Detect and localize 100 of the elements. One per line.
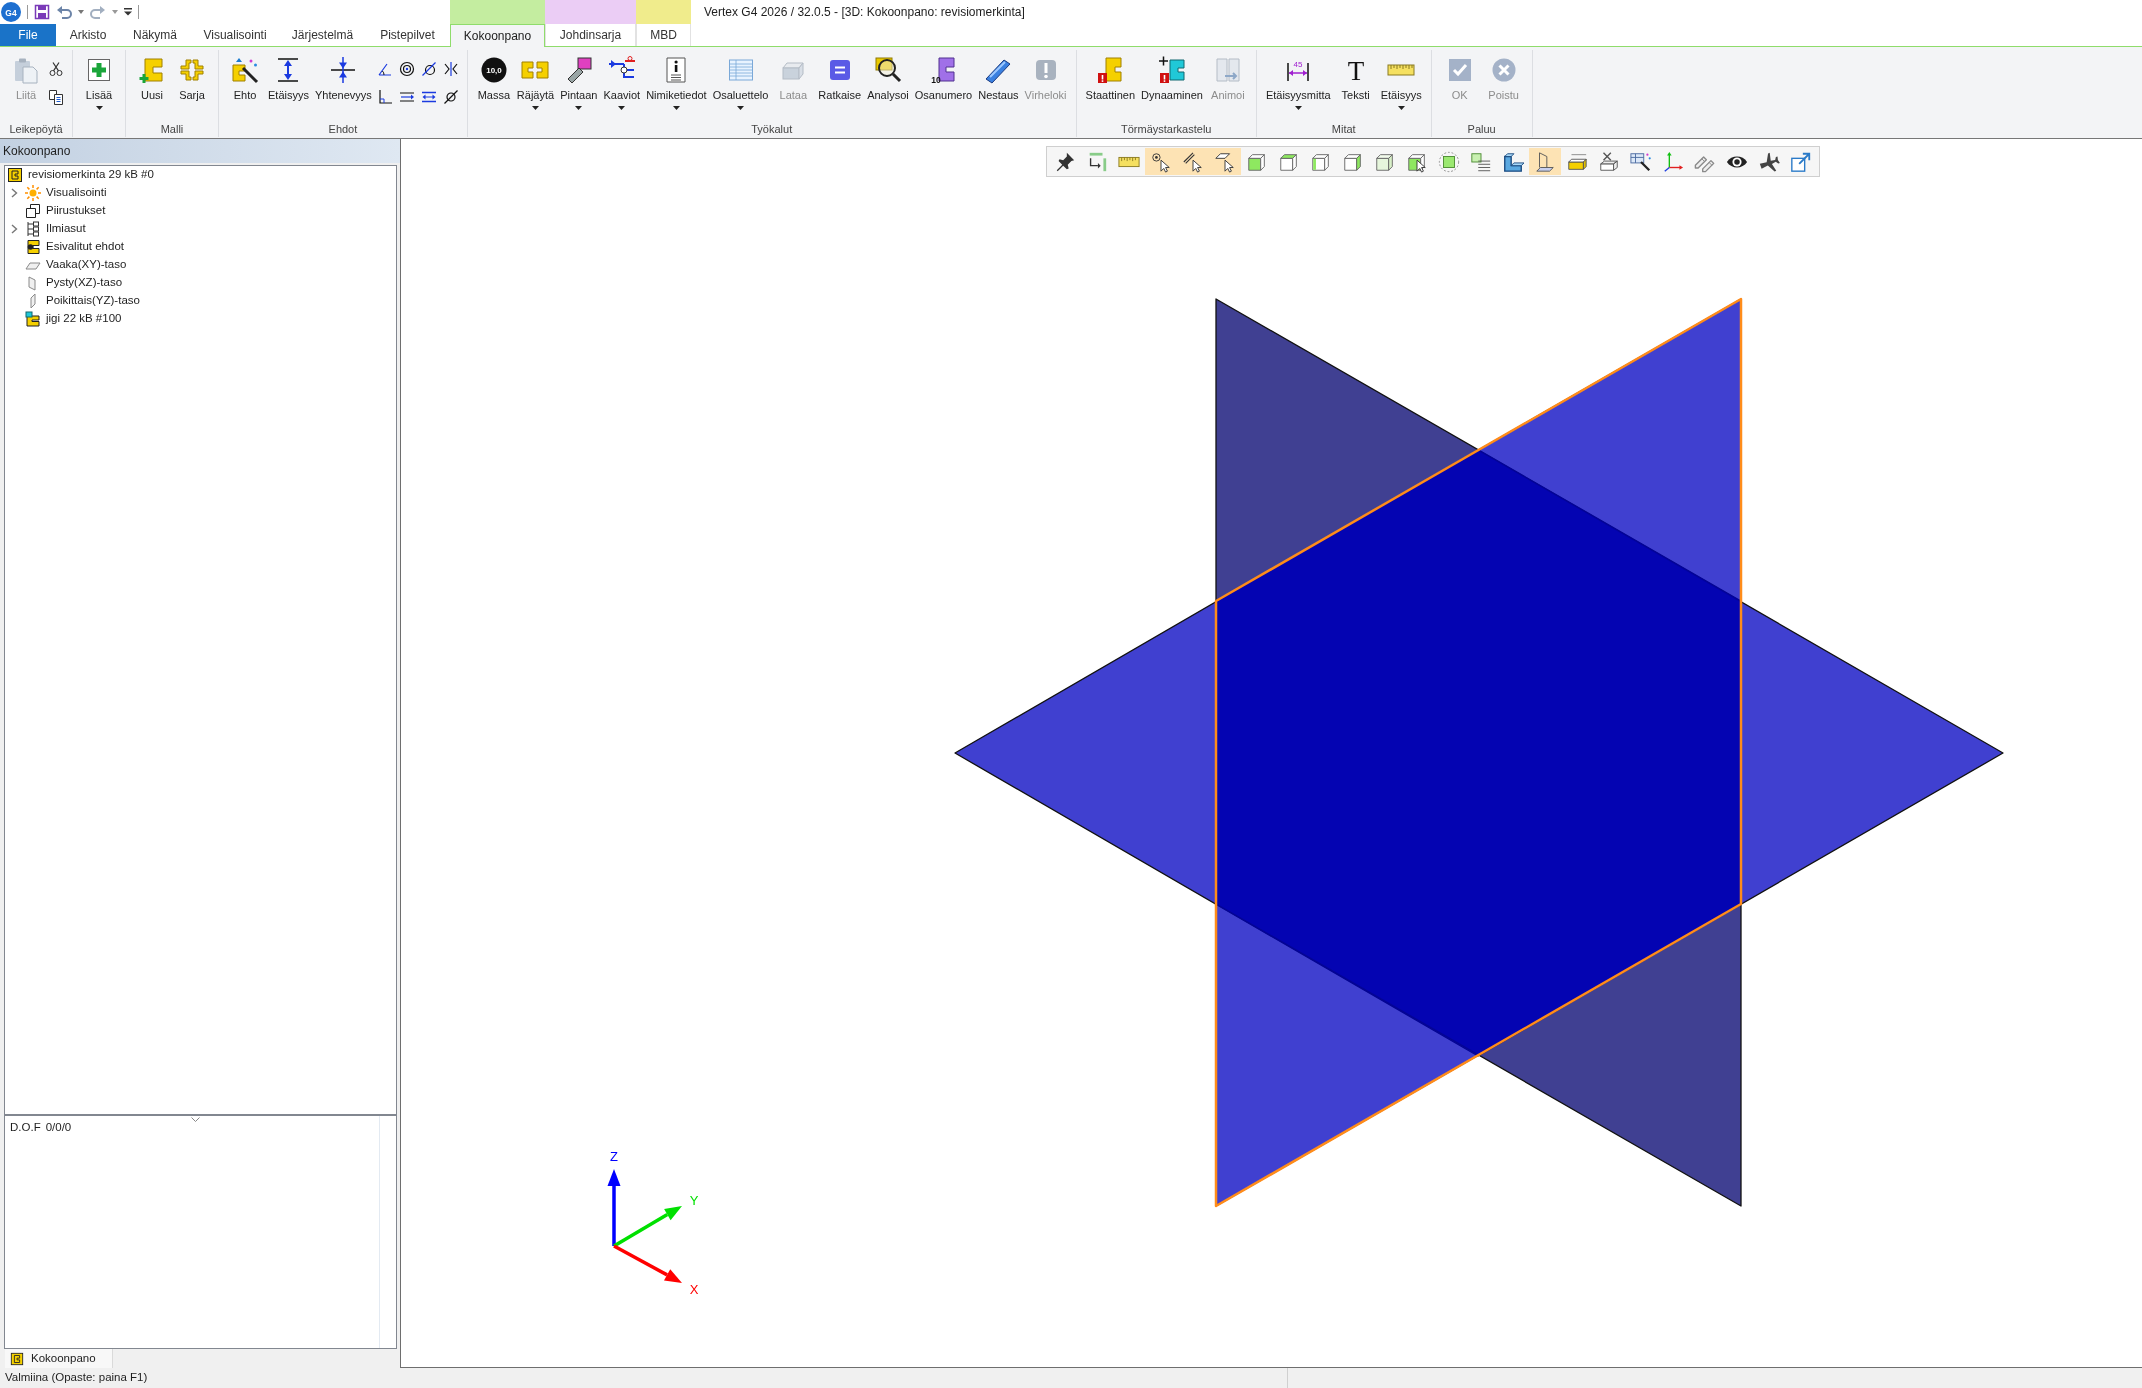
angle-icon[interactable] <box>376 61 393 77</box>
part-icon <box>25 311 41 327</box>
tree-item[interactable]: Piirustukset <box>8 202 106 220</box>
ribbon-group-label: Mitat <box>1331 122 1356 137</box>
table-icon <box>726 56 755 84</box>
ribbon-tab[interactable]: Järjestelmä <box>280 24 365 46</box>
face-cursor-icon <box>1214 150 1236 173</box>
text-icon: T <box>1341 56 1370 84</box>
parts-list-button[interactable]: Osaluettelo <box>709 54 772 110</box>
text-button[interactable]: T Teksti <box>1333 54 1378 102</box>
set-button[interactable]: Sarja <box>172 54 212 102</box>
tree-item[interactable]: Visualisointi <box>8 184 107 202</box>
ribbon-tab[interactable]: Näkymä <box>120 24 190 46</box>
parallel-icon[interactable] <box>398 89 415 105</box>
chevron-icon[interactable] <box>10 224 18 234</box>
distance-button[interactable]: Etäisyys <box>265 54 312 102</box>
symmetry-icon[interactable] <box>442 61 459 77</box>
toolbar-button[interactable] <box>1145 148 1177 175</box>
explode-button[interactable]: Räjäytä <box>513 54 558 110</box>
static-collision-button[interactable]: Staattinen <box>1082 54 1139 102</box>
bracket-arrow-icon <box>1213 56 1242 84</box>
mass-button[interactable]: 10,0 Massa <box>473 54 514 102</box>
tree-item[interactable]: Vaaka(XY)-taso <box>8 256 127 274</box>
circle-slash-icon[interactable] <box>442 89 459 105</box>
chevron-down-icon[interactable] <box>191 1117 200 1122</box>
concentric-icon[interactable] <box>398 61 415 77</box>
perpendicular-icon[interactable] <box>376 89 393 105</box>
tree-item[interactable]: Ilmiasut <box>8 220 86 238</box>
ribbon-group-label: Malli <box>160 122 184 137</box>
ribbon-group-label: Leikepöytä <box>9 122 63 137</box>
sun-icon <box>25 185 41 201</box>
axes-icon <box>1662 150 1684 173</box>
bracket-plus-icon <box>138 56 166 84</box>
hierarchy-icon <box>25 221 41 237</box>
axis-label: Z <box>610 1149 618 1164</box>
ribbon-tab[interactable]: Pistepilvet <box>365 24 450 46</box>
chevron-icon[interactable] <box>10 188 18 198</box>
dashed-cube-icon <box>1438 150 1460 173</box>
caret-icon[interactable] <box>112 10 118 14</box>
cube-cross-icon <box>1598 150 1620 173</box>
coincident-icon <box>329 56 358 84</box>
dimension-button[interactable]: 45 Etäisyysmitta <box>1262 54 1334 110</box>
schematic-button[interactable]: Kaaviot <box>600 54 644 110</box>
customize-icon[interactable] <box>124 8 132 16</box>
axis-label: X <box>689 1282 699 1297</box>
edge-cursor-icon <box>1182 150 1204 173</box>
scissors-icon[interactable] <box>48 61 64 77</box>
ribbon-group-label: Työkalut <box>751 122 793 137</box>
window-title: Vertex G4 2026 / 32.0.5 - [3D: Kokoonpano: revisiomerkinta] <box>703 4 1025 21</box>
save-icon[interactable] <box>34 4 50 20</box>
constraint-button[interactable]: Ehto <box>225 54 265 102</box>
file-tab[interactable]: File <box>0 24 56 46</box>
table-wand-icon <box>1630 150 1652 173</box>
solve-button[interactable]: Ratkaise <box>815 54 865 102</box>
ribbon-group-label: Törmäystarkastelu <box>1120 122 1212 137</box>
tree-item[interactable]: Poikittais(YZ)-taso <box>8 292 140 310</box>
analyze-button[interactable]: Analysoi <box>864 54 912 102</box>
clipboard-icon <box>12 56 40 84</box>
axis-label: Y <box>689 1193 699 1208</box>
airplane-icon <box>1758 150 1780 173</box>
magnifier-icon <box>873 56 902 84</box>
window-arrow-icon <box>1790 150 1812 173</box>
ribbon-tab[interactable]: Kokoonpano <box>450 24 545 47</box>
app-logo[interactable]: G4 <box>1 2 21 22</box>
assembly-icon <box>10 1351 24 1366</box>
new-button[interactable]: Uusi <box>132 54 172 102</box>
dof-value: 0/0/0 <box>45 1121 72 1134</box>
offset-icon[interactable] <box>420 89 437 105</box>
ribbon-group-label: Ehdot <box>328 122 358 137</box>
tree-item[interactable]: revisiomerkinta 29 kB #0 <box>7 166 154 184</box>
add-button[interactable]: Lisää <box>79 54 119 110</box>
ribbon-group-label: Paluu <box>1467 122 1496 137</box>
assembly-icon <box>7 167 23 183</box>
tree-item[interactable]: jigi 22 kB #100 <box>8 310 122 328</box>
surface-button[interactable]: Pintaan <box>557 54 601 110</box>
tangent-icon[interactable] <box>420 61 437 77</box>
copy-icon[interactable] <box>48 89 64 105</box>
part-number-button[interactable]: 10 Osanumero <box>911 54 976 102</box>
cube-list-icon <box>1470 150 1492 173</box>
measure-button[interactable]: Etäisyys <box>1377 54 1425 110</box>
dynamic-collision-button[interactable]: Dynaaminen <box>1138 54 1206 102</box>
properties-button[interactable]: Nimiketiedot <box>643 54 710 110</box>
panel-tab[interactable]: Kokoonpano <box>5 1349 113 1368</box>
dof-label: D.O.F <box>10 1121 41 1134</box>
bracket-icon <box>25 239 41 255</box>
pin-icon <box>1054 150 1076 173</box>
undo-icon[interactable] <box>56 4 72 20</box>
toolbar-button[interactable] <box>1209 148 1241 175</box>
tree-item[interactable]: Pysty(XZ)-taso <box>8 274 123 292</box>
bracket-set-icon <box>178 56 206 84</box>
caret-icon[interactable] <box>78 10 84 14</box>
tree-item[interactable]: Esivalitut ehdot <box>8 238 124 256</box>
nesting-button[interactable]: Nestaus <box>975 54 1022 102</box>
mass-icon: 10,0 <box>479 56 508 84</box>
ribbon-tab[interactable]: Arkisto <box>56 24 120 46</box>
ribbon-tab[interactable]: Visualisointi <box>190 24 280 46</box>
point-cursor-icon <box>1150 150 1172 173</box>
coincidence-button[interactable]: Yhtenevyys <box>311 54 375 102</box>
plus-icon <box>85 56 113 84</box>
wand-icon <box>231 56 259 84</box>
